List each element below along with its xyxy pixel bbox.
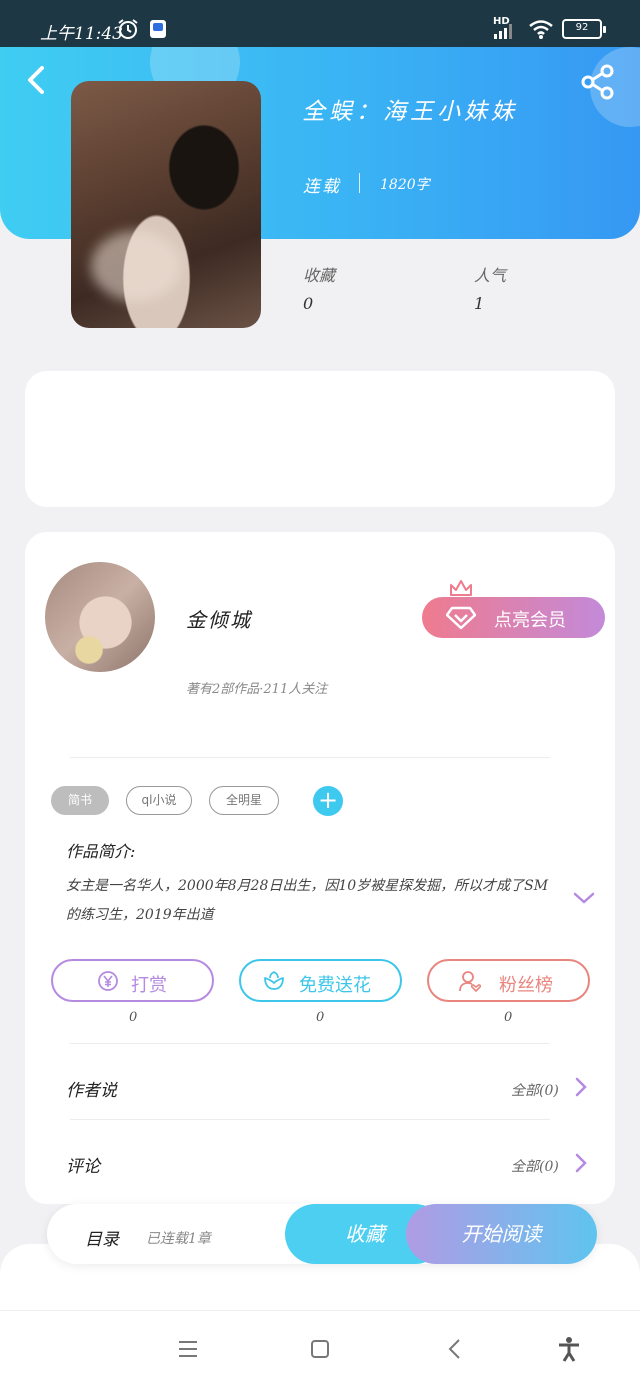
app-notification-icon (150, 20, 166, 38)
fan-count: 0 (504, 1010, 513, 1025)
word-count: 1820字 (380, 177, 430, 193)
user-heart-icon (459, 971, 481, 992)
intro-label: 作品简介: (66, 842, 136, 861)
tip-button[interactable]: 打赏 (51, 959, 214, 1002)
intro-text: 女主是一名华人，2000年8月28日出生，因10岁被星探发掘，所以才成了SM的练… (66, 878, 549, 923)
diamond-icon (446, 606, 476, 630)
battery-level: 92 (575, 22, 589, 33)
table-of-contents-button[interactable]: 目录 (85, 1225, 119, 1250)
send-flower-label: 免费送花 (299, 975, 371, 996)
send-flower-button[interactable]: 免费送花 (239, 959, 402, 1002)
flower-icon (264, 970, 284, 990)
divider (70, 1043, 550, 1044)
fan-ranking-label: 粉丝榜 (499, 975, 553, 996)
battery-icon: 92 (562, 19, 606, 39)
chevron-right-icon[interactable] (574, 1076, 588, 1098)
status-time: 上午11:43 (40, 24, 123, 44)
crown-icon (450, 580, 472, 596)
chevron-right-icon[interactable] (574, 1152, 588, 1174)
system-nav-bar (0, 1310, 640, 1387)
tag-2[interactable]: 全明星 (209, 786, 279, 815)
book-title: 全蜈：海王小妹妹 (302, 99, 518, 125)
empty-card (25, 371, 615, 507)
status-bar: 上午11:43 HD 92 (0, 0, 640, 47)
popularity-label: 人气 (474, 266, 507, 285)
vip-activate-button[interactable]: 点亮会员 (422, 597, 605, 638)
favorites-label: 收藏 (303, 266, 336, 285)
divider (70, 757, 550, 758)
tip-label: 打赏 (131, 975, 167, 996)
add-tag-button[interactable]: + (313, 786, 343, 816)
fan-ranking-button[interactable]: 粉丝榜 (427, 959, 590, 1002)
start-reading-button[interactable]: 开始阅读 (406, 1204, 597, 1264)
comments-all-link[interactable]: 全部(0) (511, 1156, 559, 1176)
yen-coin-icon (98, 971, 118, 991)
nav-back-icon[interactable] (441, 1335, 469, 1363)
divider (70, 1119, 550, 1120)
author-name[interactable]: 金倾城 (186, 604, 252, 633)
popularity-count: 1 (474, 294, 485, 313)
accessibility-icon[interactable] (555, 1335, 583, 1363)
author-says-all-link[interactable]: 全部(0) (511, 1080, 559, 1100)
share-icon[interactable] (580, 64, 616, 100)
wifi-icon (529, 20, 553, 39)
comments-label[interactable]: 评论 (66, 1152, 100, 1177)
author-avatar[interactable] (45, 562, 155, 672)
toc-progress: 已连载1章 (146, 1231, 211, 1247)
chevron-down-icon[interactable] (572, 890, 596, 906)
author-meta: 著有2部作品·211人关注 (186, 682, 328, 697)
tag-0[interactable]: 简书 (51, 786, 109, 815)
back-arrow-icon[interactable] (20, 62, 52, 98)
signal-icon (494, 24, 512, 39)
favorites-count: 0 (303, 294, 314, 313)
tag-1[interactable]: ql小说 (126, 786, 192, 815)
tip-count: 0 (129, 1010, 138, 1025)
alarm-icon (118, 19, 138, 39)
author-says-label[interactable]: 作者说 (66, 1076, 117, 1101)
serial-status: 连载 (303, 177, 341, 197)
stat-divider (359, 173, 360, 193)
flower-count: 0 (316, 1010, 325, 1025)
home-icon[interactable] (306, 1335, 334, 1363)
vip-button-label: 点亮会员 (494, 610, 566, 631)
book-cover-image (71, 81, 261, 328)
menu-icon[interactable] (174, 1335, 202, 1363)
